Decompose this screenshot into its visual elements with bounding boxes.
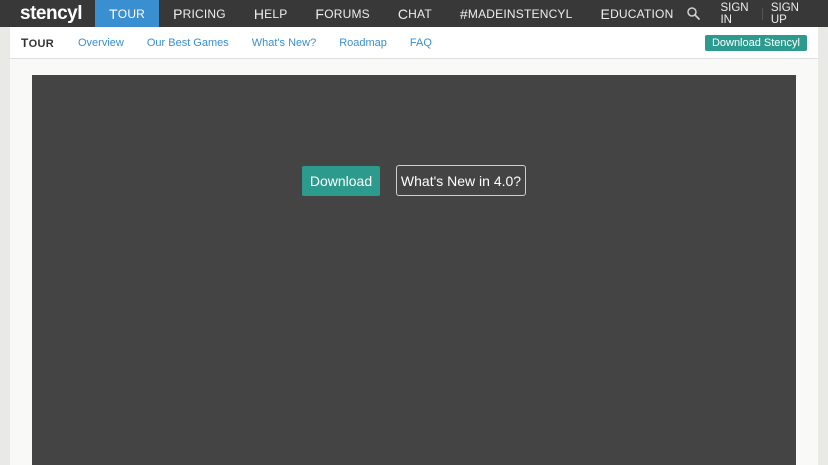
section-subnav: TOUR Overview Our Best Games What's New?… — [10, 27, 818, 59]
nav-forums[interactable]: F ORUMS — [301, 0, 383, 27]
nav-education-initial: E — [600, 5, 611, 22]
hero-download-button[interactable]: Download — [302, 166, 380, 196]
account-links: SIGN IN SIGN UP — [687, 0, 828, 27]
hero-video-panel: Download What's New in 4.0? — [32, 75, 796, 465]
nav-tour-initial: T — [109, 5, 118, 22]
sign-in-link[interactable]: SIGN IN — [712, 2, 762, 26]
nav-madeinstencyl-initial: # — [459, 5, 468, 22]
nav-madeinstencyl-label: MADEINSTENCYL — [467, 6, 573, 21]
nav-pricing-label: RICING — [182, 6, 226, 21]
sign-up-link[interactable]: SIGN UP — [763, 2, 828, 26]
nav-pricing[interactable]: P RICING — [159, 0, 240, 27]
nav-forums-label: ORUMS — [324, 6, 370, 21]
nav-help[interactable]: H ELP — [240, 0, 302, 27]
subnav-roadmap[interactable]: Roadmap — [339, 37, 387, 49]
whats-new-button[interactable]: What's New in 4.0? — [396, 165, 526, 196]
nav-help-label: ELP — [264, 6, 288, 21]
nav-madeinstencyl[interactable]: # MADEINSTENCYL — [446, 0, 587, 27]
stencyl-logo[interactable]: stencyl — [0, 0, 95, 27]
nav-pricing-initial: P — [173, 5, 183, 22]
nav-education[interactable]: E DUCATION — [587, 0, 688, 27]
section-title-initial: T — [21, 35, 29, 50]
nav-tour[interactable]: T OUR — [95, 0, 160, 27]
subnav-best-games[interactable]: Our Best Games — [147, 37, 229, 49]
section-title-rest: OUR — [28, 37, 54, 50]
nav-chat-label: HAT — [408, 6, 432, 21]
download-stencyl-button[interactable]: Download Stencyl — [704, 34, 807, 51]
nav-help-initial: H — [253, 5, 265, 22]
subnav-overview[interactable]: Overview — [78, 37, 124, 49]
nav-chat[interactable]: C HAT — [384, 0, 446, 27]
subnav-faq[interactable]: FAQ — [410, 37, 432, 49]
nav-forums-initial: F — [315, 5, 325, 22]
nav-tour-label: OUR — [117, 6, 146, 21]
top-navigation-bar: stencyl T OUR P RICING H ELP F ORUMS C HAT # M… — [0, 0, 828, 27]
nav-education-label: DUCATION — [610, 6, 674, 21]
subnav-whats-new[interactable]: What's New? — [252, 37, 316, 49]
nav-chat-initial: C — [397, 5, 409, 22]
search-icon[interactable] — [687, 7, 701, 21]
section-title: TOUR — [21, 36, 54, 50]
